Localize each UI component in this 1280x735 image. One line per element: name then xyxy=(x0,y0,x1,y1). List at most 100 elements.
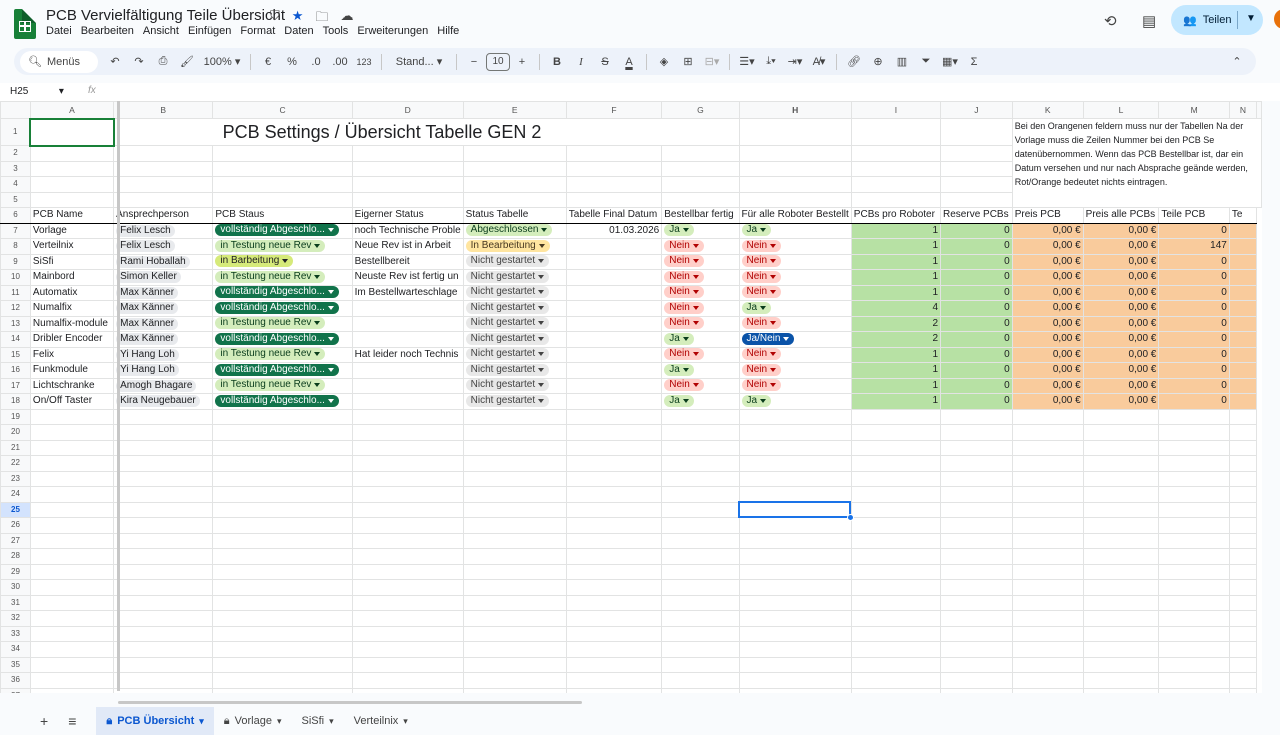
search-menus-button[interactable]: 🔍︎ Menüs xyxy=(20,50,98,73)
orderable-status-dropdown-chip[interactable]: Nein xyxy=(664,286,704,299)
final-date[interactable] xyxy=(565,346,663,363)
cell[interactable] xyxy=(1228,532,1258,549)
cell[interactable] xyxy=(661,424,740,441)
cell[interactable] xyxy=(113,191,214,208)
parts-pcb[interactable]: 0 xyxy=(1158,253,1230,270)
ordered-for-all[interactable]: Nein xyxy=(738,253,852,270)
cell[interactable] xyxy=(1082,424,1160,441)
cell[interactable] xyxy=(738,594,852,611)
price-all-pcbs[interactable]: 0,00 € xyxy=(1082,222,1160,239)
price-pcb[interactable]: 0,00 € xyxy=(1011,377,1084,394)
cell[interactable] xyxy=(565,145,663,162)
cell[interactable] xyxy=(738,455,852,472)
pcbs-per-robot[interactable]: 1 xyxy=(850,362,942,379)
row-header-30[interactable]: 30 xyxy=(0,579,31,596)
ordered-for-all[interactable]: Nein xyxy=(738,346,852,363)
row-header-28[interactable]: 28 xyxy=(0,548,31,565)
row-header-33[interactable]: 33 xyxy=(0,625,31,642)
cell[interactable] xyxy=(1011,641,1084,658)
cell[interactable] xyxy=(850,548,942,565)
filter-icon[interactable]: ⏷ xyxy=(915,51,937,73)
table-status[interactable]: Nicht gestartet xyxy=(462,377,567,394)
cell[interactable] xyxy=(661,625,740,642)
currency-format-button[interactable]: € xyxy=(257,51,279,73)
cell[interactable] xyxy=(351,470,464,487)
cell[interactable] xyxy=(738,532,852,549)
cell[interactable] xyxy=(351,672,464,689)
cell[interactable] xyxy=(113,455,214,472)
cell[interactable] xyxy=(29,439,115,456)
pcbs-per-robot[interactable]: 1 xyxy=(850,346,942,363)
cell[interactable] xyxy=(738,424,852,441)
orderable-status-dropdown-chip[interactable]: Nein xyxy=(664,379,704,392)
orderable-status-dropdown-chip[interactable]: Ja xyxy=(664,224,694,237)
row-header-12[interactable]: 12 xyxy=(0,300,31,317)
contact-person[interactable]: Max Känner xyxy=(113,315,214,332)
person-chip[interactable]: Felix Lesch xyxy=(116,240,175,253)
share-button[interactable]: 👥 Teilen ▼ xyxy=(1171,5,1263,35)
pcb-status-dropdown-chip[interactable]: vollständig Abgeschlo... xyxy=(215,363,339,376)
row-header-32[interactable]: 32 xyxy=(0,610,31,627)
cell[interactable] xyxy=(1158,424,1230,441)
cell[interactable] xyxy=(113,424,214,441)
cell[interactable] xyxy=(850,118,942,146)
row-header-29[interactable]: 29 xyxy=(0,563,31,580)
row-header-13[interactable]: 13 xyxy=(0,315,31,332)
cell[interactable] xyxy=(29,641,115,658)
column-title[interactable]: Status Tabelle xyxy=(462,207,567,224)
cell[interactable] xyxy=(940,641,1013,658)
comment-icon[interactable]: ⊕ xyxy=(867,51,889,73)
row-header-22[interactable]: 22 xyxy=(0,455,31,472)
column-header-l[interactable]: L xyxy=(1082,101,1160,119)
orderable-status[interactable]: Nein xyxy=(661,377,740,394)
cell[interactable] xyxy=(29,424,115,441)
paint-format-icon[interactable]: 🖌 xyxy=(176,51,198,73)
pcb-status-dropdown-chip[interactable]: in Testung neue Rev xyxy=(215,270,326,283)
orderable-status-dropdown-chip[interactable]: Ja xyxy=(664,332,694,345)
cell[interactable] xyxy=(1011,470,1084,487)
cell[interactable] xyxy=(351,408,464,425)
column-title[interactable]: Für alle Roboter Bestellt xyxy=(738,207,852,224)
reserve-pcbs[interactable]: 0 xyxy=(940,284,1013,301)
cell[interactable] xyxy=(565,594,663,611)
row-header-36[interactable]: 36 xyxy=(0,672,31,689)
person-chip[interactable]: Felix Lesch xyxy=(116,224,175,237)
cell[interactable] xyxy=(738,517,852,534)
orderable-status[interactable]: Ja xyxy=(661,222,740,239)
cell[interactable] xyxy=(1011,486,1084,503)
cell[interactable] xyxy=(1158,687,1230,693)
cell[interactable] xyxy=(1082,641,1160,658)
cell[interactable] xyxy=(1158,625,1230,642)
cell[interactable] xyxy=(351,641,464,658)
cell[interactable] xyxy=(351,548,464,565)
cell[interactable] xyxy=(1082,486,1160,503)
link-icon[interactable]: 🔗︎ xyxy=(843,51,865,73)
cell[interactable] xyxy=(565,191,663,208)
cell[interactable] xyxy=(738,145,852,162)
cell[interactable] xyxy=(850,470,942,487)
person-chip[interactable]: Yi Hang Loh xyxy=(116,348,179,361)
price-pcb[interactable]: 0,00 € xyxy=(1011,222,1084,239)
table-status-dropdown-chip[interactable]: In Bearbeitung xyxy=(465,239,550,252)
cell[interactable] xyxy=(850,424,942,441)
cell[interactable] xyxy=(212,687,353,693)
cell[interactable] xyxy=(940,548,1013,565)
parts-pcb[interactable]: 0 xyxy=(1158,377,1230,394)
cell[interactable] xyxy=(212,625,353,642)
cell[interactable] xyxy=(29,408,115,425)
orderable-status[interactable]: Ja xyxy=(661,362,740,379)
final-date[interactable] xyxy=(565,393,663,410)
cell[interactable] xyxy=(940,501,1013,518)
cell[interactable] xyxy=(1082,517,1160,534)
cell[interactable] xyxy=(462,439,567,456)
row-header-35[interactable]: 35 xyxy=(0,656,31,673)
cell-partial[interactable] xyxy=(1228,300,1258,317)
price-pcb[interactable]: 0,00 € xyxy=(1011,393,1084,410)
row-header-27[interactable]: 27 xyxy=(0,532,31,549)
cell[interactable] xyxy=(1011,594,1084,611)
cell[interactable] xyxy=(738,470,852,487)
cell[interactable] xyxy=(661,470,740,487)
cell[interactable] xyxy=(850,160,942,177)
ordered-for-all[interactable]: Nein xyxy=(738,238,852,255)
cell[interactable] xyxy=(850,610,942,627)
